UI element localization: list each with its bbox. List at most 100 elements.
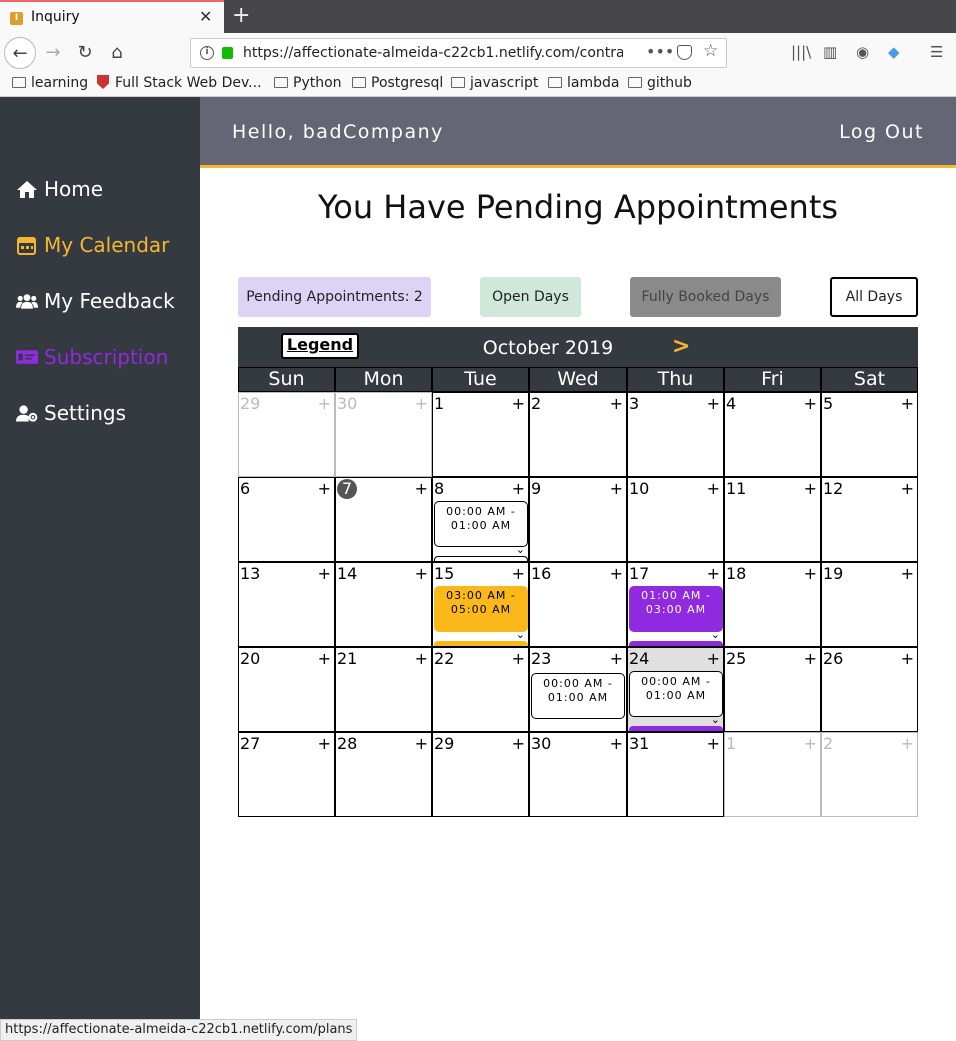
- appointment-item[interactable]: 03:00 AM - 05:00 AM: [434, 586, 528, 632]
- calendar-day[interactable]: 1 +: [724, 732, 821, 817]
- add-appointment-button[interactable]: +: [512, 479, 525, 498]
- calendar-day[interactable]: 20 +: [238, 647, 335, 732]
- add-appointment-button[interactable]: +: [901, 479, 914, 498]
- add-appointment-button[interactable]: +: [610, 394, 623, 413]
- calendar-day[interactable]: 2 +: [821, 732, 918, 817]
- add-appointment-button[interactable]: +: [707, 394, 720, 413]
- url-bar[interactable]: i https://affectionate-almeida-c22cb1.ne…: [190, 38, 727, 68]
- add-appointment-button[interactable]: +: [318, 649, 331, 668]
- new-tab-icon[interactable]: +: [232, 3, 250, 28]
- add-appointment-button[interactable]: +: [707, 564, 720, 583]
- sidebar-toggle-icon[interactable]: ▥: [823, 43, 837, 61]
- calendar-day[interactable]: 8 +00:00 AM - 01:00 AM ⌄: [432, 477, 529, 562]
- calendar-day[interactable]: 28 +: [335, 732, 432, 817]
- add-appointment-button[interactable]: +: [512, 394, 525, 413]
- fully-booked-days-button[interactable]: Fully Booked Days: [630, 277, 781, 317]
- library-icon[interactable]: |||\: [791, 43, 811, 61]
- bookmark-item[interactable]: Postgresql: [352, 75, 443, 91]
- bookmark-item[interactable]: learning: [12, 75, 88, 91]
- calendar-day[interactable]: 27 +: [238, 732, 335, 817]
- add-appointment-button[interactable]: +: [318, 394, 331, 413]
- sidebar-item-subscription[interactable]: Subscription: [16, 345, 168, 369]
- add-appointment-button[interactable]: +: [512, 649, 525, 668]
- add-appointment-button[interactable]: +: [901, 734, 914, 753]
- add-appointment-button[interactable]: +: [415, 564, 428, 583]
- calendar-day[interactable]: 5 +: [821, 392, 918, 477]
- all-days-button[interactable]: All Days: [830, 277, 918, 317]
- sidebar-item-home[interactable]: Home: [16, 177, 103, 201]
- bookmark-item[interactable]: github: [628, 75, 692, 91]
- sidebar-item-calendar[interactable]: My Calendar: [16, 233, 169, 257]
- add-appointment-button[interactable]: +: [610, 649, 623, 668]
- menu-icon[interactable]: ☰: [930, 43, 943, 61]
- info-icon[interactable]: i: [200, 46, 214, 60]
- back-icon[interactable]: ←: [4, 37, 36, 69]
- logout-button[interactable]: Log Out: [839, 121, 924, 143]
- bookmark-item[interactable]: lambda: [548, 75, 619, 91]
- browser-tab[interactable]: I Inquiry ✕: [0, 0, 224, 33]
- extension-icon[interactable]: ◆: [888, 43, 900, 61]
- calendar-day[interactable]: 22 +: [432, 647, 529, 732]
- appointment-item[interactable]: 01:00 AM - 03:00 AM: [629, 586, 723, 632]
- add-appointment-button[interactable]: +: [901, 649, 914, 668]
- calendar-day[interactable]: 12 +: [821, 477, 918, 562]
- add-appointment-button[interactable]: +: [318, 564, 331, 583]
- next-month-button[interactable]: >: [672, 334, 690, 359]
- appointment-item[interactable]: 00:00 AM - 01:00 AM: [629, 671, 723, 717]
- appointment-item[interactable]: 00:00 AM - 01:00 AM: [434, 501, 528, 547]
- pocket-icon[interactable]: [677, 45, 692, 60]
- chevron-down-icon[interactable]: ⌄: [711, 629, 720, 640]
- calendar-day[interactable]: 16 +: [529, 562, 627, 647]
- url-text[interactable]: https://affectionate-almeida-c22cb1.netl…: [243, 45, 623, 61]
- bookmark-item[interactable]: Python: [274, 75, 342, 91]
- chevron-down-icon[interactable]: ⌄: [516, 629, 525, 640]
- close-tab-icon[interactable]: ✕: [199, 7, 212, 26]
- calendar-day[interactable]: 9 +: [529, 477, 627, 562]
- calendar-day[interactable]: 14 +: [335, 562, 432, 647]
- calendar-day[interactable]: 10 +: [627, 477, 724, 562]
- chevron-down-icon[interactable]: ⌄: [711, 714, 720, 725]
- appointment-item[interactable]: 00:00 AM - 01:00 AM: [531, 673, 625, 719]
- add-appointment-button[interactable]: +: [610, 479, 623, 498]
- calendar-day[interactable]: 6 +: [238, 477, 335, 562]
- home-browser-icon[interactable]: ⌂: [101, 37, 133, 69]
- calendar-day[interactable]: 15 +03:00 AM - 05:00 AM ⌄: [432, 562, 529, 647]
- sidebar-item-settings[interactable]: Settings: [16, 401, 126, 425]
- calendar-day[interactable]: 19 +: [821, 562, 918, 647]
- calendar-day[interactable]: 26 +: [821, 647, 918, 732]
- calendar-day[interactable]: 29 +: [432, 732, 529, 817]
- page-actions-icon[interactable]: •••: [646, 42, 674, 61]
- add-appointment-button[interactable]: +: [415, 479, 428, 498]
- calendar-day[interactable]: 11 +: [724, 477, 821, 562]
- pending-appointments-button[interactable]: Pending Appointments: 2: [238, 277, 431, 317]
- add-appointment-button[interactable]: +: [804, 564, 817, 583]
- add-appointment-button[interactable]: +: [415, 734, 428, 753]
- add-appointment-button[interactable]: +: [804, 394, 817, 413]
- add-appointment-button[interactable]: +: [707, 479, 720, 498]
- calendar-day[interactable]: 1 +: [432, 392, 529, 477]
- add-appointment-button[interactable]: +: [512, 564, 525, 583]
- calendar-day[interactable]: 2 +: [529, 392, 627, 477]
- chevron-down-icon[interactable]: ⌄: [516, 544, 525, 555]
- calendar-day[interactable]: 24 +00:00 AM - 01:00 AM ⌄: [627, 647, 724, 732]
- calendar-day[interactable]: 7 +: [335, 477, 432, 562]
- account-icon[interactable]: ◉: [856, 43, 869, 61]
- calendar-day[interactable]: 18 +: [724, 562, 821, 647]
- add-appointment-button[interactable]: +: [415, 394, 428, 413]
- calendar-day[interactable]: 21 +: [335, 647, 432, 732]
- bookmark-star-icon[interactable]: ☆: [703, 41, 718, 61]
- add-appointment-button[interactable]: +: [707, 649, 720, 668]
- add-appointment-button[interactable]: +: [707, 734, 720, 753]
- add-appointment-button[interactable]: +: [610, 564, 623, 583]
- calendar-day[interactable]: 4 +: [724, 392, 821, 477]
- add-appointment-button[interactable]: +: [901, 394, 914, 413]
- calendar-day[interactable]: 30 +: [335, 392, 432, 477]
- open-days-button[interactable]: Open Days: [480, 277, 581, 317]
- add-appointment-button[interactable]: +: [318, 479, 331, 498]
- bookmark-item[interactable]: Full Stack Web Dev...: [97, 75, 262, 91]
- add-appointment-button[interactable]: +: [804, 734, 817, 753]
- calendar-day[interactable]: 25 +: [724, 647, 821, 732]
- sidebar-item-feedback[interactable]: My Feedback: [16, 289, 175, 313]
- calendar-day[interactable]: 3 +: [627, 392, 724, 477]
- add-appointment-button[interactable]: +: [318, 734, 331, 753]
